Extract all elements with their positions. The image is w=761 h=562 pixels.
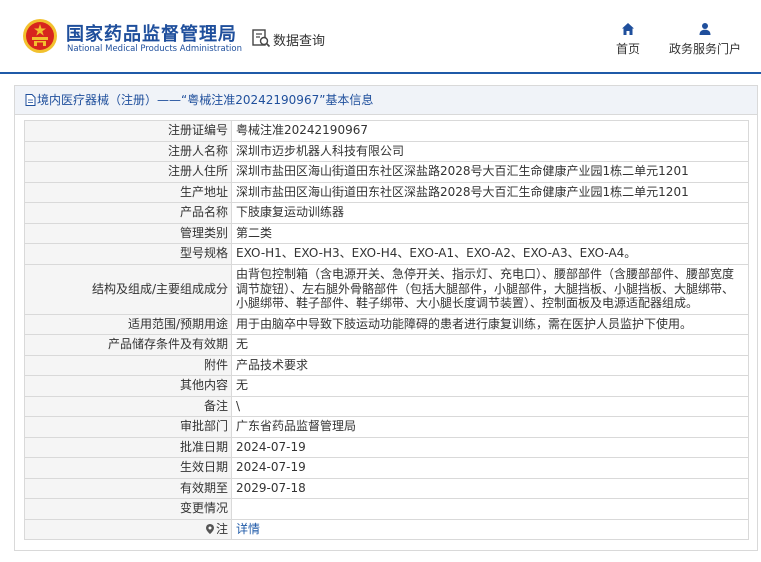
table-row: 注 详情 <box>24 518 749 540</box>
field-label: 附件 <box>24 354 232 376</box>
field-value: 广东省药品监督管理局 <box>231 416 749 438</box>
table-row: 产品储存条件及有效期 无 <box>24 334 749 356</box>
nav-home-label: 首页 <box>615 42 640 56</box>
field-value <box>231 498 749 520</box>
table-row: 生效日期 2024-07-19 <box>24 457 749 479</box>
details-link[interactable]: 详情 <box>236 522 260 536</box>
org-name-cn[interactable]: 国家药品监督管理局 <box>66 20 237 46</box>
field-value: 无 <box>231 334 749 356</box>
field-value: 2024-07-19 <box>231 457 749 479</box>
table-row: 生产地址 深圳市盐田区海山街道田东社区深盐路2028号大百汇生命健康产业园1栋二… <box>24 181 749 203</box>
nav-home[interactable]: 首页 <box>611 22 645 57</box>
page-icon <box>25 94 36 106</box>
table-row: 型号规格 EXO-H1、EXO-H3、EXO-H4、EXO-A1、EXO-A2、… <box>24 243 749 265</box>
field-label: 结构及组成/主要组成成分 <box>24 263 232 315</box>
breadcrumb-separator: —— <box>157 93 182 107</box>
table-row: 结构及组成/主要组成成分 由背包控制箱（含电源开关、急停开关、指示灯、充电口）、… <box>24 263 749 315</box>
table-row: 有效期至 2029-07-18 <box>24 477 749 499</box>
field-value: 由背包控制箱（含电源开关、急停开关、指示灯、充电口）、腰部部件（含腰部部件、腰部… <box>231 263 749 315</box>
table-row: 附件 产品技术要求 <box>24 354 749 376</box>
breadcrumb-record: “粤械注准20242190967”基本信息 <box>181 93 374 107</box>
query-nav-link[interactable]: 数据查询 <box>273 30 325 49</box>
field-value: 深圳市盐田区海山街道田东社区深盐路2028号大百汇生命健康产业园1栋二单元120… <box>231 181 749 203</box>
table-row: 批准日期 2024-07-19 <box>24 436 749 458</box>
breadcrumb: 境内医疗器械（注册）——“粤械注准20242190967”基本信息 <box>15 86 757 115</box>
table-row: 管理类别 第二类 <box>24 222 749 244</box>
field-label: 型号规格 <box>24 243 232 265</box>
field-value: 2029-07-18 <box>231 477 749 499</box>
field-label: 生产地址 <box>24 181 232 203</box>
field-label: 其他内容 <box>24 375 232 397</box>
field-value: 无 <box>231 375 749 397</box>
field-label: 审批部门 <box>24 416 232 438</box>
nav-portal[interactable]: 政务服务门户 <box>664 22 746 57</box>
table-row: 注册证编号 粤械注准20242190967 <box>24 120 749 142</box>
table-row: 注册人住所 深圳市盐田区海山街道田东社区深盐路2028号大百汇生命健康产业园1栋… <box>24 161 749 183</box>
field-label: 批准日期 <box>24 436 232 458</box>
field-label: 注册人名称 <box>24 140 232 162</box>
table-row: 审批部门 广东省药品监督管理局 <box>24 416 749 438</box>
org-name-en: National Medical Products Administration <box>67 44 242 54</box>
table-row: 适用范围/预期用途 用于由脑卒中导致下肢运动功能障碍的患者进行康复训练，需在医护… <box>24 313 749 335</box>
field-label: 注册证编号 <box>24 120 232 142</box>
field-value: 下肢康复运动训练器 <box>231 202 749 224</box>
field-label: 适用范围/预期用途 <box>24 313 232 335</box>
field-label: 注册人住所 <box>24 161 232 183</box>
field-value: 2024-07-19 <box>231 436 749 458</box>
location-pin-icon <box>205 523 214 534</box>
breadcrumb-category[interactable]: 境内医疗器械（注册） <box>37 93 157 107</box>
table-row: 产品名称 下肢康复运动训练器 <box>24 202 749 224</box>
national-emblem-icon <box>23 19 57 53</box>
table-row: 变更情况 <box>24 498 749 520</box>
nav-portal-label: 政务服务门户 <box>668 42 741 56</box>
info-table: 注册证编号 粤械注准20242190967 注册人名称 深圳市迈步机器人科技有限… <box>24 120 749 540</box>
field-label: 变更情况 <box>24 498 232 520</box>
detail-panel: 境内医疗器械（注册）——“粤械注准20242190967”基本信息 注册证编号 … <box>14 85 758 551</box>
home-icon <box>622 23 634 35</box>
note-label: 注 <box>24 518 232 540</box>
field-value: 产品技术要求 <box>231 354 749 376</box>
field-label: 管理类别 <box>24 222 232 244</box>
table-row: 其他内容 无 <box>24 375 749 397</box>
site-header: 国家药品监督管理局 National Medical Products Admi… <box>0 0 761 74</box>
field-value: 第二类 <box>231 222 749 244</box>
field-value: EXO-H1、EXO-H3、EXO-H4、EXO-A1、EXO-A2、EXO-A… <box>231 243 749 265</box>
note-value: 详情 <box>231 518 749 540</box>
field-label: 生效日期 <box>24 457 232 479</box>
field-value: 用于由脑卒中导致下肢运动功能障碍的患者进行康复训练，需在医护人员监护下使用。 <box>231 313 749 335</box>
field-label: 有效期至 <box>24 477 232 499</box>
field-value: 深圳市盐田区海山街道田东社区深盐路2028号大百汇生命健康产业园1栋二单元120… <box>231 161 749 183</box>
table-row: 注册人名称 深圳市迈步机器人科技有限公司 <box>24 140 749 162</box>
query-icon[interactable] <box>251 28 271 48</box>
field-value: \ <box>231 395 749 417</box>
field-value: 粤械注准20242190967 <box>231 120 749 142</box>
field-value: 深圳市迈步机器人科技有限公司 <box>231 140 749 162</box>
user-icon <box>699 23 711 35</box>
field-label: 产品名称 <box>24 202 232 224</box>
field-label: 注 <box>215 521 228 536</box>
table-row: 备注 \ <box>24 395 749 417</box>
field-label: 备注 <box>24 395 232 417</box>
field-label: 产品储存条件及有效期 <box>24 334 232 356</box>
